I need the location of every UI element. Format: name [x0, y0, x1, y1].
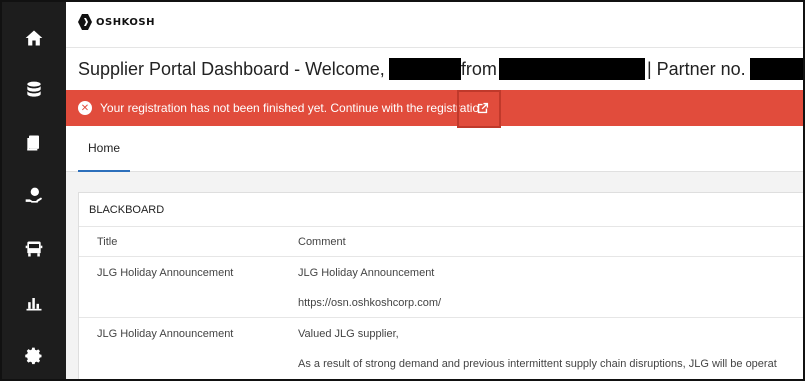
row-title: JLG Holiday Announcement: [97, 328, 234, 340]
tab-bar: Home: [66, 126, 803, 172]
sidebar-item-truck[interactable]: [22, 237, 46, 261]
column-header-title: Title: [97, 236, 118, 248]
table-header-row: Title Comment: [79, 227, 803, 257]
redacted-name: [388, 58, 461, 80]
table-row[interactable]: JLG Holiday Announcement JLG Holiday Ann…: [79, 257, 803, 318]
row-comment-line: JLG Holiday Announcement: [298, 267, 435, 279]
page-title: Supplier Portal Dashboard - Welcome, fro…: [66, 52, 803, 86]
redacted-company: [498, 58, 645, 80]
gear-icon: [25, 347, 42, 365]
logo-text: OSHKOSH: [96, 16, 155, 28]
sidebar-item-settings[interactable]: [22, 344, 46, 368]
oshkosh-logo[interactable]: OSHKOSH: [78, 14, 155, 30]
home-icon: [25, 30, 43, 46]
blackboard-card: BLACKBOARD Title Comment JLG Holiday Ann…: [78, 192, 803, 379]
sidebar-item-database[interactable]: [22, 78, 46, 102]
row-comment-line: As a result of strong demand and previou…: [298, 358, 777, 370]
table-row[interactable]: JLG Holiday Announcement Valued JLG supp…: [79, 318, 803, 378]
title-partner: | Partner no.: [646, 58, 746, 79]
redacted-partner-number: [749, 58, 803, 80]
title-from: from: [460, 58, 497, 79]
sidebar-item-help[interactable]: [22, 184, 46, 208]
sidebar-item-reports[interactable]: [22, 291, 46, 315]
help-hand-icon: [25, 187, 42, 203]
row-title: JLG Holiday Announcement: [97, 267, 234, 279]
logo-bar: OSHKOSH: [66, 2, 803, 48]
oshkosh-logo-icon: [78, 14, 92, 30]
blackboard-table: Title Comment JLG Holiday Announcement J…: [79, 227, 803, 378]
truck-icon: [25, 241, 43, 257]
database-icon: [27, 81, 41, 97]
documents-icon: [27, 135, 39, 151]
registration-alert: ✕ Your registration has not been finishe…: [66, 90, 803, 126]
title-prefix: Supplier Portal Dashboard - Welcome,: [78, 58, 385, 79]
blackboard-title: BLACKBOARD: [79, 193, 803, 227]
row-comment-link[interactable]: https://osn.oshkoshcorp.com/: [298, 297, 441, 309]
alert-text: Your registration has not been finished …: [100, 101, 480, 115]
row-comment-line: Valued JLG supplier,: [298, 328, 399, 340]
sidebar: [2, 2, 66, 379]
app-window: OSHKOSH Supplier Portal Dashboard - Welc…: [0, 0, 805, 381]
tab-home[interactable]: Home: [78, 126, 131, 172]
sidebar-item-home[interactable]: [22, 26, 46, 50]
content-area: BLACKBOARD Title Comment JLG Holiday Ann…: [66, 172, 803, 379]
main-area: OSHKOSH Supplier Portal Dashboard - Welc…: [66, 2, 803, 379]
error-circle-icon: ✕: [78, 101, 92, 115]
column-header-comment: Comment: [298, 236, 346, 248]
sidebar-item-documents[interactable]: [22, 131, 46, 155]
highlight-annotation: [457, 90, 501, 128]
bar-chart-icon: [26, 298, 42, 311]
